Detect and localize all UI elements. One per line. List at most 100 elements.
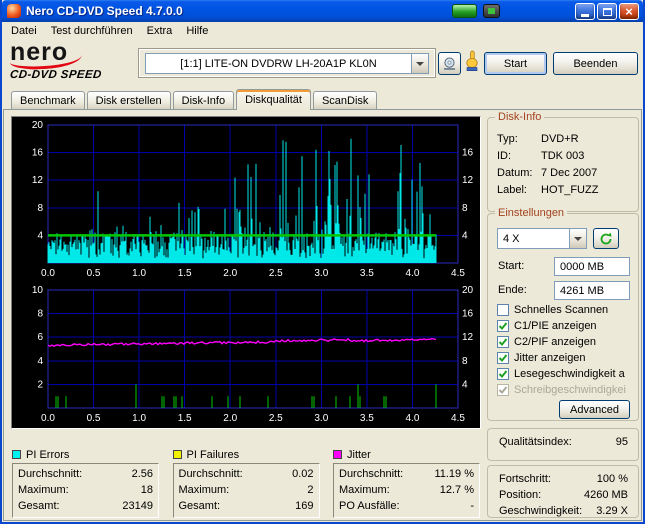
refresh-button[interactable]: [593, 228, 619, 249]
tab-disk-erstellen[interactable]: Disk erstellen: [86, 91, 171, 109]
close-button[interactable]: ×: [619, 3, 639, 20]
checkbox-jitter-anzeigen[interactable]: Jitter anzeigen: [497, 350, 635, 366]
legend-color-swatch: [333, 450, 342, 459]
svg-text:2: 2: [37, 379, 43, 390]
legend-color-swatch: [12, 450, 21, 459]
disk-info-row: ID: TDK 003: [488, 147, 638, 164]
maximize-button[interactable]: [597, 3, 617, 20]
svg-text:6: 6: [37, 332, 43, 343]
svg-text:1.5: 1.5: [178, 413, 192, 424]
stat-header: PI Errors: [12, 448, 159, 461]
stat-value: -: [470, 500, 474, 512]
drive-selector-combobox[interactable]: [1:1] LITE-ON DVDRW LH-20A1P KL0N: [145, 53, 429, 74]
svg-text:16: 16: [462, 309, 474, 320]
app-window: Nero CD-DVD Speed 4.7.0.0 × Datei Test du…: [0, 0, 645, 524]
menu-item-datei[interactable]: Datei: [4, 23, 44, 39]
svg-text:8: 8: [37, 203, 43, 214]
drive-dropdown-arrow-icon[interactable]: [411, 54, 428, 73]
stat-header: Jitter: [333, 448, 480, 461]
speed-combobox[interactable]: 4 X: [497, 228, 587, 249]
stat-panel-jitter: Jitter Durchschnitt: 11.19 % Maximum: 12.7 %…: [333, 448, 480, 518]
checkbox-box[interactable]: [497, 368, 509, 380]
menu-item-extra[interactable]: Extra: [140, 23, 180, 39]
legend-color-swatch: [172, 450, 182, 459]
menu-item-test-durchf-hren[interactable]: Test durchführen: [44, 23, 140, 39]
progress-rows: Fortschritt: 100 % Position: 4260 MB Geschwi…: [488, 466, 638, 519]
progress-value: 4260 MB: [583, 489, 628, 501]
stat-value: 169: [295, 500, 314, 512]
eject-button[interactable]: [438, 52, 461, 75]
checkbox-box[interactable]: [497, 384, 509, 396]
stat-row: Gesamt: 169: [179, 498, 314, 514]
svg-text:16: 16: [32, 148, 44, 159]
svg-text:4.5: 4.5: [451, 268, 465, 279]
checkbox-schreibgeschwindigkei[interactable]: Schreibgeschwindigkei: [497, 382, 635, 398]
svg-text:3.0: 3.0: [314, 413, 328, 424]
stat-value: 18: [140, 484, 153, 496]
stat-value: 2: [307, 484, 314, 496]
svg-text:2.5: 2.5: [269, 413, 283, 424]
checkbox-c1-pie-anzeigen[interactable]: C1/PIE anzeigen: [497, 318, 635, 334]
progress-label: Position:: [499, 489, 542, 501]
stat-label: PO Ausfälle:: [339, 500, 400, 512]
stat-label: Durchschnitt:: [339, 468, 404, 480]
checkbox-box[interactable]: [497, 320, 509, 332]
minimize-button[interactable]: [575, 3, 595, 20]
quality-scan-chart: 4 8 12 16 20 4 8 12 16 2 4 6 8 10 4 8 12 16 20 0.0 0.0 0.5 0.5…: [11, 116, 481, 429]
tab-scandisk[interactable]: ScanDisk: [312, 91, 378, 109]
tab-disk-info[interactable]: Disk-Info: [172, 91, 235, 109]
checkbox-schnelles-scannen[interactable]: Schnelles Scannen: [497, 302, 635, 318]
stat-value: 11.19 %: [434, 468, 474, 480]
progress-row: Fortschritt: 100 %: [488, 471, 638, 487]
tab-diskqualit-t[interactable]: Diskqualität: [236, 89, 311, 110]
stat-values-box: Durchschnitt: 11.19 % Maximum: 12.7 % PO Aus…: [333, 463, 480, 518]
speed-value: 4 X: [503, 232, 520, 245]
svg-text:3.5: 3.5: [360, 268, 374, 279]
progress-group: Fortschritt: 100 % Position: 4260 MB Geschwi…: [487, 465, 639, 518]
start-position-field[interactable]: 0000 MB: [554, 257, 630, 276]
svg-text:0.5: 0.5: [87, 268, 101, 279]
menu-item-hilfe[interactable]: Hilfe: [179, 23, 215, 39]
stat-header: PI Failures: [172, 448, 320, 461]
disk-info-value: TDK 003: [541, 149, 585, 162]
checkbox-label: Lesegeschwindigkeit a: [514, 368, 625, 380]
start-field-label: Start:: [498, 260, 525, 272]
hand-pointer-icon[interactable]: [463, 50, 483, 75]
svg-text:20: 20: [32, 120, 44, 131]
titlebar: Nero CD-DVD Speed 4.7.0.0 ×: [2, 0, 643, 22]
svg-text:2.0: 2.0: [223, 268, 237, 279]
svg-text:0.0: 0.0: [41, 413, 55, 424]
stat-label: Durchschnitt:: [18, 468, 83, 480]
svg-text:4.0: 4.0: [405, 268, 419, 279]
checkbox-c2-pif-anzeigen[interactable]: C2/PIF anzeigen: [497, 334, 635, 350]
titlebar-drive-indicator-icon: [483, 4, 500, 18]
stat-label: Maximum:: [18, 484, 69, 496]
exit-button[interactable]: Beenden: [553, 52, 638, 75]
stat-panel-pi-failures: PI Failures Durchschnitt: 0.02 Maximum: 2 Ges…: [172, 448, 320, 518]
advanced-button[interactable]: Advanced: [559, 400, 630, 419]
disk-info-rows: Typ: DVD+R ID: TDK 003 Datum: 7 Dec 2007 Label…: [488, 118, 638, 198]
checkbox-lesegeschwindigkeit-a[interactable]: Lesegeschwindigkeit a: [497, 366, 635, 382]
progress-value: 3.29 X: [596, 505, 628, 517]
svg-text:2.5: 2.5: [269, 268, 283, 279]
stat-row: Maximum: 18: [18, 482, 153, 498]
stat-row: Maximum: 2: [179, 482, 314, 498]
tab-benchmark[interactable]: Benchmark: [11, 91, 85, 109]
checkbox-box[interactable]: [497, 336, 509, 348]
app-icon[interactable]: [7, 4, 21, 18]
start-button[interactable]: Start: [484, 52, 547, 75]
minimize-icon: [581, 14, 589, 17]
stat-row: Maximum: 12.7 %: [339, 482, 474, 498]
checkbox-box[interactable]: [497, 352, 509, 364]
speed-dropdown-arrow-icon[interactable]: [569, 229, 586, 248]
progress-row: Position: 4260 MB: [488, 487, 638, 503]
svg-text:12: 12: [462, 175, 474, 186]
svg-text:0.0: 0.0: [41, 268, 55, 279]
stat-values-box: Durchschnitt: 0.02 Maximum: 2 Gesamt: 169: [172, 463, 320, 518]
drive-selector-value: [1:1] LITE-ON DVDRW LH-20A1P KL0N: [180, 57, 377, 70]
checkbox-box[interactable]: [497, 304, 509, 316]
end-position-field[interactable]: 4261 MB: [554, 281, 630, 300]
disk-info-value: HOT_FUZZ: [541, 183, 599, 196]
stat-value: 23149: [122, 500, 153, 512]
stat-value: 0.02: [292, 468, 314, 480]
